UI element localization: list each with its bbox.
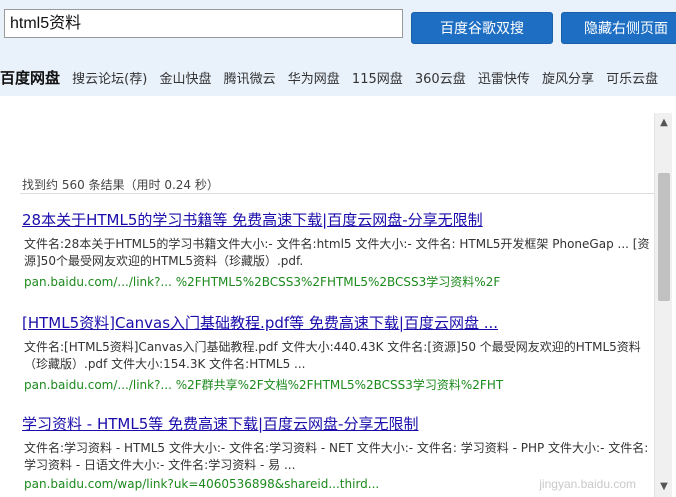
result-snippet: 文件名:28本关于HTML5的学习书籍文件大小:- 文件名:html5 文件大小… xyxy=(24,237,650,268)
result-snippet: 文件名:学习资料 - HTML5 文件大小:- 文件名:学习资料 - NET 文… xyxy=(24,441,649,472)
search-input[interactable]: html5资料 xyxy=(4,9,403,38)
search-result: 28本关于HTML5的学习书籍等 免费高速下载|百度云网盘-分享无限制 文件名:… xyxy=(22,209,652,290)
site-tab-souyun[interactable]: 搜云论坛(荐) xyxy=(72,68,147,90)
hide-right-button[interactable]: 隐藏右侧页面 xyxy=(561,12,676,44)
site-tab-kuaipan[interactable]: 金山快盘 xyxy=(159,68,211,90)
site-tab-weiyun[interactable]: 腾讯微云 xyxy=(224,68,276,90)
scroll-thumb[interactable] xyxy=(658,173,670,301)
results-count: 找到约 560 条结果（用时 0.24 秒） xyxy=(22,178,219,192)
result-url[interactable]: pan.baidu.com/.../link?... %2F群共享%2F文档%2… xyxy=(22,376,652,393)
site-tab-kele[interactable]: 可乐云盘 xyxy=(606,68,658,90)
site-tab-xunlei[interactable]: 迅雷快传 xyxy=(478,68,530,90)
site-tab-xuanfeng[interactable]: 旋风分享 xyxy=(542,68,594,90)
site-tab-360[interactable]: 360云盘 xyxy=(415,68,466,90)
results-pane: 找到约 560 条结果（用时 0.24 秒） 28本关于HTML5的学习书籍等 … xyxy=(0,96,654,497)
result-snippet: 文件名:[HTML5资料]Canvas入门基础教程.pdf 文件大小:440.4… xyxy=(24,340,641,371)
result-title-link[interactable]: 学习资料 - HTML5等 免费高速下载|百度云网盘-分享无限制 xyxy=(22,413,652,434)
watermark: jingyan.baidu.com xyxy=(539,477,636,491)
result-title-link[interactable]: 28本关于HTML5的学习书籍等 免费高速下载|百度云网盘-分享无限制 xyxy=(22,209,652,230)
dual-search-button[interactable]: 百度谷歌双搜 xyxy=(411,12,553,44)
top-toolbar: html5资料 百度谷歌双搜 隐藏右侧页面 百度网盘 搜云论坛(荐) 金山快盘 … xyxy=(0,0,676,96)
site-tab-baidu[interactable]: 百度网盘 xyxy=(0,66,60,90)
result-url[interactable]: pan.baidu.com/.../link?... %2FHTML5%2BCS… xyxy=(22,273,652,290)
scroll-down-arrow-icon[interactable]: ▼ xyxy=(655,479,673,495)
divider xyxy=(20,193,654,194)
site-tab-huawei[interactable]: 华为网盘 xyxy=(288,68,340,90)
search-result: [HTML5资料]Canvas入门基础教程.pdf等 免费高速下载|百度云网盘 … xyxy=(22,312,652,393)
site-nav: 百度网盘 搜云论坛(荐) 金山快盘 腾讯微云 华为网盘 115网盘 360云盘 … xyxy=(0,66,676,90)
vertical-scrollbar[interactable]: ▲ ▼ xyxy=(654,113,672,497)
result-title-link[interactable]: [HTML5资料]Canvas入门基础教程.pdf等 免费高速下载|百度云网盘 … xyxy=(22,312,652,333)
site-tab-115[interactable]: 115网盘 xyxy=(352,68,403,90)
scroll-up-arrow-icon[interactable]: ▲ xyxy=(655,115,673,131)
